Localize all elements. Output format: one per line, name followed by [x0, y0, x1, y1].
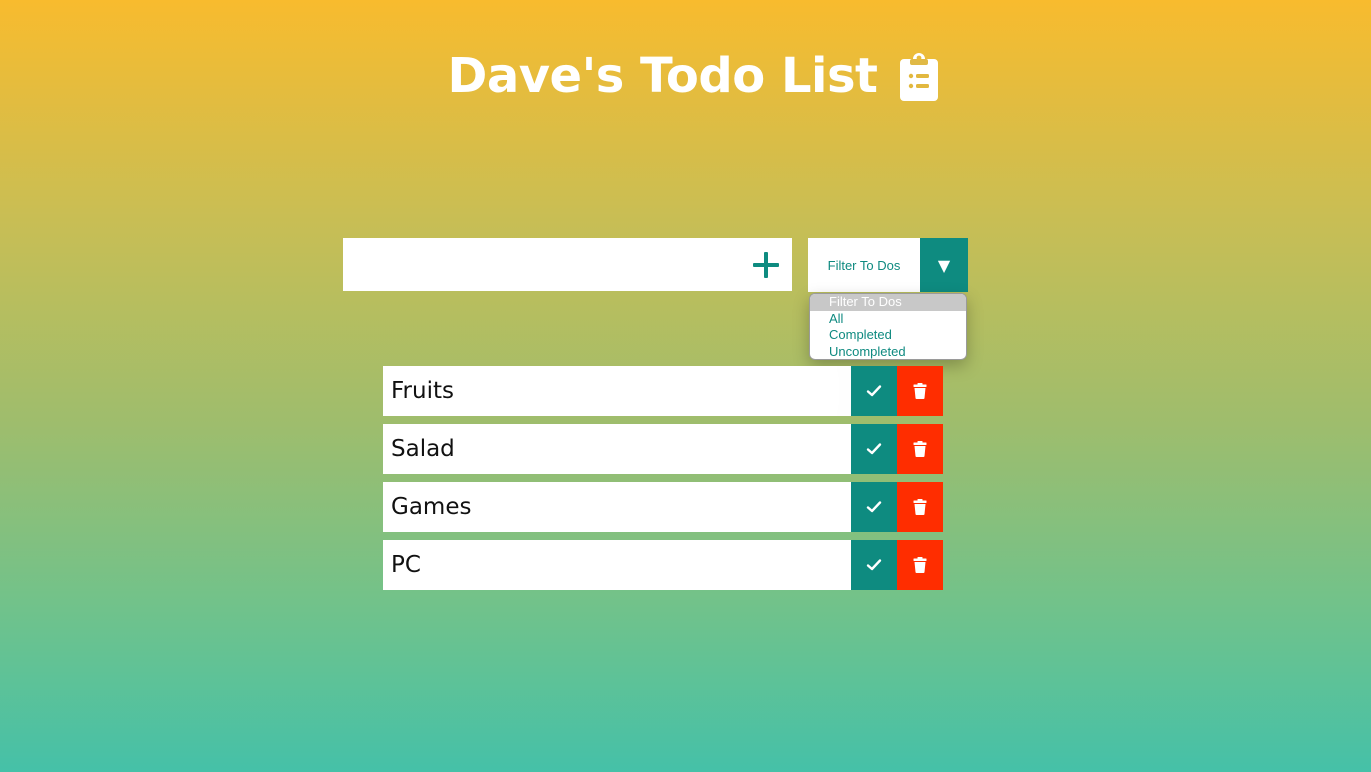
trash-icon — [913, 441, 927, 457]
clipboard-list-icon — [899, 53, 938, 101]
check-icon — [866, 385, 882, 397]
todo-list: Fruits Salad Games PC — [383, 366, 943, 598]
todo-item: Games — [383, 482, 943, 532]
header: Dave's Todo List — [0, 48, 1371, 104]
check-icon — [866, 443, 882, 455]
todo-text: PC — [391, 552, 421, 578]
filter-option-uncompleted[interactable]: Uncompleted — [810, 344, 966, 360]
check-icon — [866, 501, 882, 513]
filter-selected-value[interactable]: Filter To Dos — [808, 238, 920, 292]
complete-button[interactable] — [851, 424, 897, 474]
todo-item: Salad — [383, 424, 943, 474]
delete-button[interactable] — [897, 366, 943, 416]
complete-button[interactable] — [851, 540, 897, 590]
todo-form — [343, 238, 792, 291]
todo-text: Salad — [391, 436, 455, 462]
filter-option-filter-to-dos[interactable]: Filter To Dos — [810, 294, 966, 311]
todo-item: Fruits — [383, 366, 943, 416]
page-title: Dave's Todo List — [447, 48, 879, 104]
filter-dropdown-menu: Filter To Dos All Completed Uncompleted — [809, 293, 967, 360]
trash-icon — [913, 383, 927, 399]
trash-icon — [913, 557, 927, 573]
plus-icon — [753, 251, 779, 278]
check-icon — [866, 559, 882, 571]
delete-button[interactable] — [897, 424, 943, 474]
complete-button[interactable] — [851, 366, 897, 416]
todo-input[interactable] — [343, 238, 744, 291]
filter-option-completed[interactable]: Completed — [810, 327, 966, 344]
delete-button[interactable] — [897, 482, 943, 532]
dropdown-arrow-icon[interactable]: ▼ — [920, 238, 968, 292]
complete-button[interactable] — [851, 482, 897, 532]
todo-text: Games — [391, 494, 472, 520]
todo-item: PC — [383, 540, 943, 590]
filter-option-all[interactable]: All — [810, 311, 966, 328]
add-todo-button[interactable] — [744, 238, 788, 291]
filter-select[interactable]: Filter To Dos ▼ — [808, 238, 968, 292]
delete-button[interactable] — [897, 540, 943, 590]
todo-text: Fruits — [391, 378, 454, 404]
trash-icon — [913, 499, 927, 515]
